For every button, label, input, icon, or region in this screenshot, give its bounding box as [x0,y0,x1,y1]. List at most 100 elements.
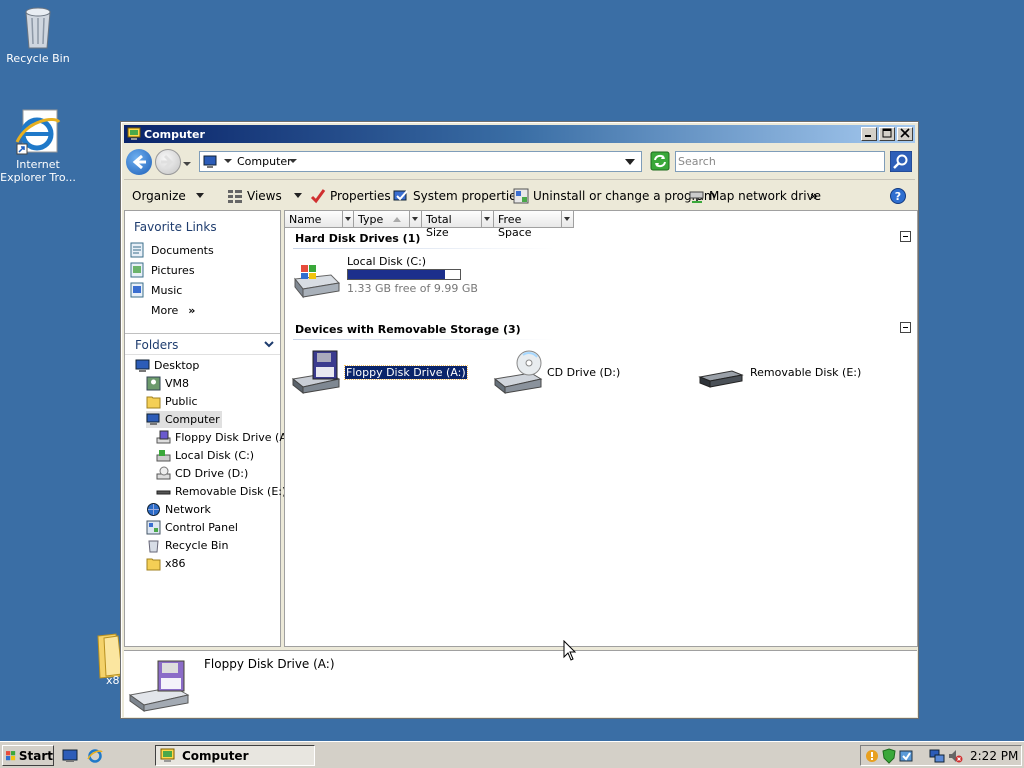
column-filter-total-size[interactable] [482,211,494,228]
tree-item-x86[interactable]: x86 [146,555,186,572]
forward-button[interactable] [155,149,181,175]
recycle-bin-icon [25,7,51,49]
sort-ascending-icon [392,217,401,222]
close-button[interactable] [897,127,913,141]
hard-disk-icon [156,450,171,462]
tree-item-computer[interactable]: Computer [146,411,222,428]
start-button[interactable]: Start [2,745,54,766]
system-properties-button[interactable]: System properties [393,187,523,205]
floppy-drive-icon [128,660,190,712]
tree-item-desktop[interactable]: Desktop [135,357,199,374]
tree-item-recycle-bin[interactable]: Recycle Bin [146,537,228,554]
tree-item-control-panel[interactable]: Control Panel [146,519,238,536]
address-segment-computer[interactable]: Computer [237,155,292,168]
tree-item-label: Recycle Bin [165,539,229,552]
favorite-link-documents[interactable]: Documents [129,241,214,259]
desktop-icon-x86-folder[interactable]: x8 [72,632,123,687]
recent-pages-dropdown-icon[interactable] [183,160,191,168]
views-menu[interactable]: Views [227,187,302,205]
tree-item-network[interactable]: Network [146,501,211,518]
computer-icon [127,127,141,140]
tree-item-label: Network [165,503,211,516]
tray-volume-muted-icon[interactable] [947,748,963,764]
tree-item-removable-disk[interactable]: Removable Disk (E:) [156,483,286,500]
address-bar[interactable]: Computer [199,151,642,172]
desktop-icon-recycle-bin[interactable]: Recycle Bin [0,4,76,65]
column-filter-type[interactable] [410,211,422,228]
minimize-icon [865,135,871,137]
command-toolbar: Organize Views Properties System propert… [124,179,915,210]
help-button[interactable]: ? [890,187,906,205]
toolbar-overflow-label: » [810,189,818,203]
address-separator-arrow-icon[interactable] [224,158,232,166]
chevron-down-icon [564,217,570,221]
column-header-type[interactable]: Type [354,211,410,228]
search-input[interactable]: Search [675,151,885,172]
taskbar-button-label: Computer [182,748,249,763]
music-icon [130,282,144,298]
recycle-bin-icon [148,540,159,553]
forward-arrow-icon [161,154,174,170]
favorite-links-title: Favorite Links [134,220,217,234]
properties-checkmark-icon [310,189,326,204]
tray-warning-icon[interactable] [864,748,880,764]
tree-item-local-disk[interactable]: Local Disk (C:) [156,447,254,464]
drive-cd-d[interactable]: CD Drive (D:) [493,349,620,395]
tree-item-label: x86 [165,557,186,570]
properties-button[interactable]: Properties [310,187,391,205]
group-title-removable-storage[interactable]: Devices with Removable Storage (3) [295,323,521,336]
recycle-bin-label: Recycle Bin [6,52,70,65]
column-filter-name[interactable] [342,211,354,228]
map-network-drive-button[interactable]: Map network drive [689,187,821,205]
back-arrow-icon [132,154,146,170]
maximize-button[interactable] [879,127,895,141]
folders-header[interactable]: Folders [125,333,280,355]
close-icon [900,128,910,138]
collapse-group-button[interactable] [900,322,911,333]
tree-item-public[interactable]: Public [146,393,198,410]
search-icon [889,150,913,173]
show-desktop-icon[interactable] [62,748,78,764]
back-button[interactable] [126,149,152,175]
tray-security-shield-icon[interactable] [881,748,897,764]
uninstall-program-button[interactable]: Uninstall or change a program [513,187,716,205]
title-bar[interactable]: Computer [124,125,915,143]
toolbar-overflow-button[interactable]: » [810,187,818,205]
taskbar-button-computer[interactable]: Computer [155,745,315,766]
column-header-free-space[interactable]: Free Space [494,211,562,239]
minimize-button[interactable] [861,127,877,141]
tray-update-icon[interactable] [898,748,914,764]
drive-floppy-a[interactable]: Floppy Disk Drive (A:) [291,349,468,395]
search-button[interactable] [889,150,913,173]
address-history-dropdown-icon[interactable] [625,157,635,167]
organize-menu[interactable]: Organize [132,187,204,205]
desktop-icon-internet-explorer[interactable]: Internet Explorer Tro... [0,108,76,184]
hard-disk-icon [294,265,341,299]
chevron-down-icon [412,217,418,221]
refresh-button[interactable] [650,151,670,171]
internet-explorer-quicklaunch-icon[interactable] [87,748,103,764]
drive-local-disk-c[interactable]: Local Disk (C:) 1.33 GB free of 9.99 GB [291,255,478,299]
column-filter-free-space[interactable] [562,211,574,228]
disk-usage-fill [348,270,446,279]
computer-location-icon [203,155,217,168]
favorite-link-pictures[interactable]: Pictures [129,261,195,279]
favorite-link-music[interactable]: Music [129,281,182,299]
drive-removable-e[interactable]: Removable Disk (E:) [696,349,861,395]
favorite-link-more[interactable]: More » [151,301,195,319]
content-pane: Name Type Total Size Free Space Hard Dis… [284,210,918,647]
tree-item-vm8[interactable]: VM8 [146,375,189,392]
address-segment-arrow-icon[interactable] [289,158,297,166]
favorite-link-label: Documents [151,243,214,257]
desktop-icon [135,359,150,372]
collapse-group-button[interactable] [900,231,911,242]
group-title-hard-disks[interactable]: Hard Disk Drives (1) [295,232,420,245]
tree-item-label: Floppy Disk Drive (A:) [175,431,295,444]
tray-network-icon[interactable] [929,748,945,764]
tree-item-floppy-drive[interactable]: Floppy Disk Drive (A:) [156,429,295,446]
clock[interactable]: 2:22 PM [970,749,1018,763]
drive-name: Local Disk (C:) [347,255,427,268]
network-drive-icon [689,191,704,203]
column-header-total-size[interactable]: Total Size [422,211,482,239]
tree-item-cd-drive[interactable]: CD Drive (D:) [156,465,248,482]
